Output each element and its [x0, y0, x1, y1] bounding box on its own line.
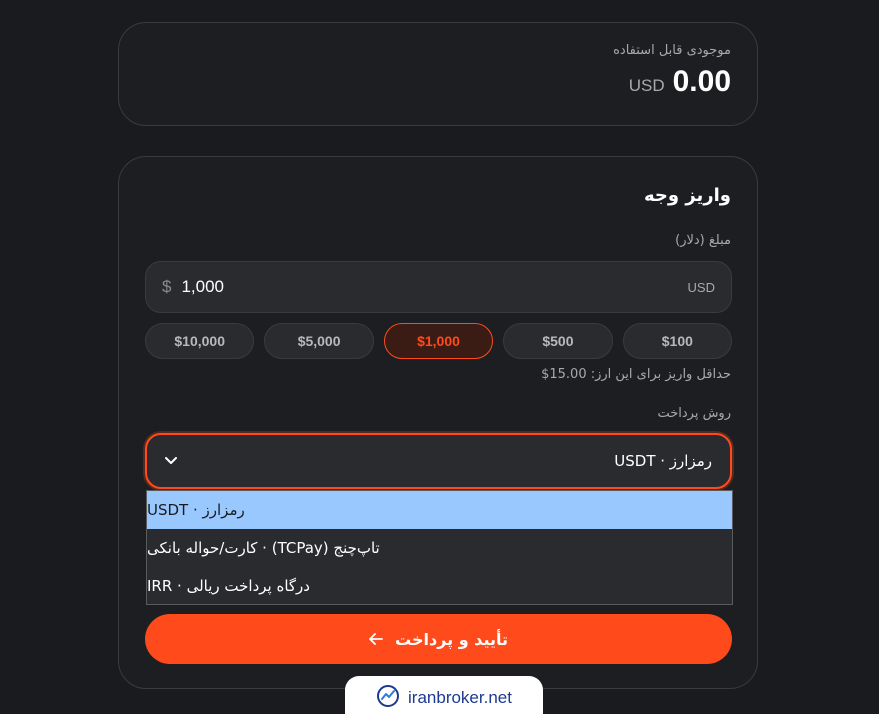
- balance-currency: USD: [628, 76, 665, 95]
- min-deposit-note: حداقل واریز برای این ارز: 15.00$: [541, 367, 731, 382]
- preset-1000-button[interactable]: $1,000: [383, 323, 494, 359]
- preset-100-button[interactable]: $100: [622, 323, 733, 359]
- chart-logo-icon: [376, 684, 400, 712]
- arrow-left-icon: [369, 630, 383, 649]
- brand-tab: iranbroker.net: [345, 676, 543, 714]
- preset-10000-button[interactable]: $10,000: [145, 323, 255, 359]
- preset-500-button[interactable]: $500: [503, 323, 613, 359]
- confirm-pay-button[interactable]: تأیید و پرداخت: [145, 614, 732, 664]
- amount-value[interactable]: 1,000: [181, 277, 687, 297]
- balance-row: USD 0.00: [629, 65, 731, 99]
- balance-amount: 0.00: [672, 65, 731, 98]
- payment-option-usdt[interactable]: رمزارز · USDT: [147, 491, 732, 529]
- balance-card: موجودی قابل استفاده USD 0.00: [118, 22, 758, 126]
- amount-presets: $10,000 $5,000 $1,000 $500 $100: [145, 323, 733, 359]
- payment-option-tcpay[interactable]: تاپ‌چنج (TCPay) · کارت/حواله بانکی: [147, 529, 732, 567]
- payment-method-value: رمزارز · USDT: [614, 452, 712, 470]
- chevron-down-icon: [165, 453, 177, 469]
- payment-option-irr[interactable]: درگاه پرداخت ریالی · IRR: [147, 567, 732, 605]
- confirm-pay-label: تأیید و پرداخت: [395, 629, 509, 649]
- amount-unit: USD: [687, 279, 715, 295]
- payment-method-select[interactable]: رمزارز · USDT: [145, 433, 732, 489]
- amount-input[interactable]: $ 1,000 USD: [145, 261, 732, 313]
- brand-text: iranbroker.net: [408, 688, 512, 707]
- preset-5000-button[interactable]: $5,000: [264, 323, 374, 359]
- dollar-icon: $: [162, 277, 172, 296]
- payment-method-dropdown: رمزارز · USDT تاپ‌چنج (TCPay) · کارت/حوا…: [146, 490, 733, 605]
- payment-method-label: روش پرداخت: [657, 406, 731, 421]
- balance-label: موجودی قابل استفاده: [613, 43, 731, 58]
- amount-label: مبلغ (دلار): [675, 233, 731, 248]
- deposit-title: واریز وجه: [643, 185, 731, 206]
- deposit-card: واریز وجه مبلغ (دلار) $ 1,000 USD $10,00…: [118, 156, 758, 689]
